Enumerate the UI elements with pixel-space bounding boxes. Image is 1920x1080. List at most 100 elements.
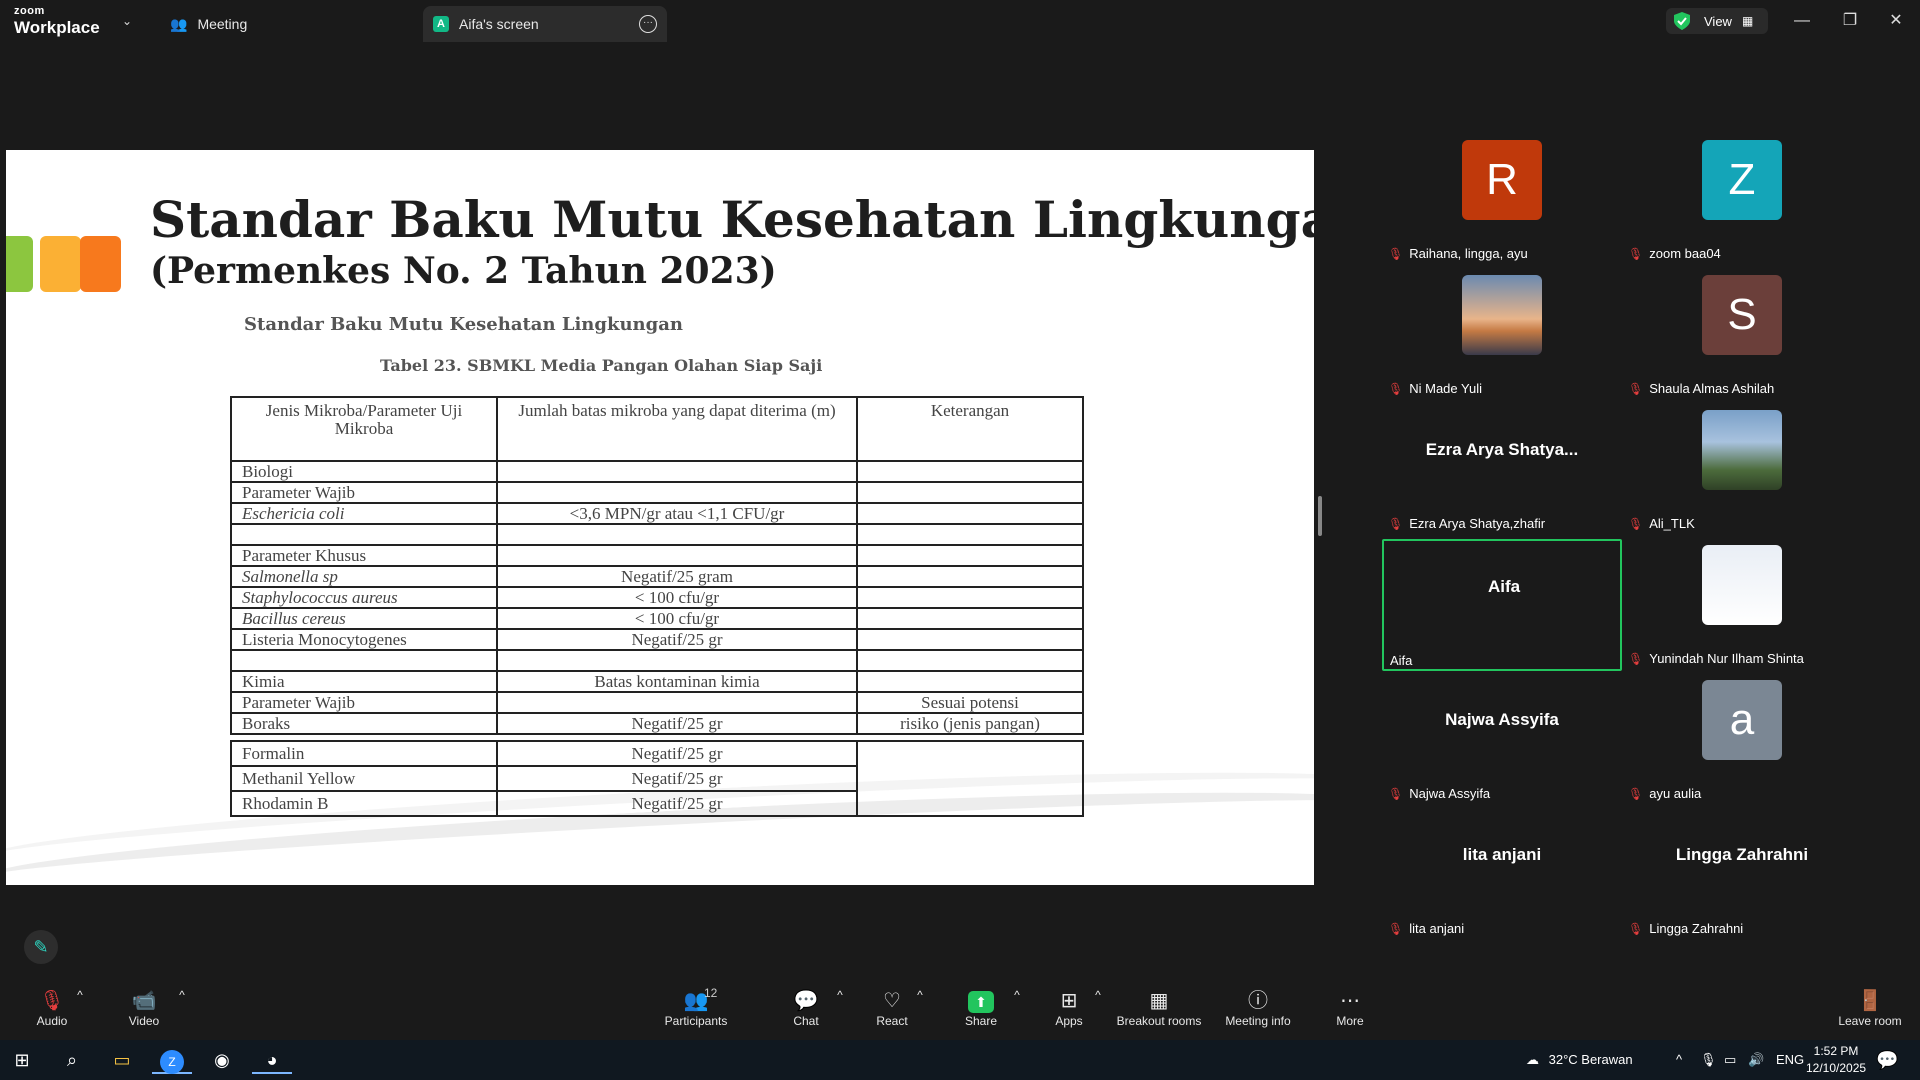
more-icon: ⋯	[1340, 990, 1360, 1012]
participant-tile[interactable]: Ezra Arya Shatya... 🎙 Ezra Arya Shatya,zha…	[1382, 404, 1622, 536]
speaker-icon[interactable]: 🔊	[1748, 1040, 1764, 1080]
search-icon[interactable]: ⌕	[52, 1046, 92, 1074]
participant-tile[interactable]: lita anjani 🎙 lita anjani	[1382, 809, 1622, 941]
participant-name: Najwa Assyifa	[1409, 786, 1491, 801]
table-cell	[856, 502, 1084, 525]
table-cell: <3,6 MPN/gr atau <1,1 CFU/gr	[496, 502, 858, 525]
mic-icon[interactable]: 🎙	[1700, 1040, 1717, 1080]
system-clock[interactable]: 1:52 PM 12/10/2025	[1806, 1043, 1866, 1077]
gallery-grid-icon: ▦	[1741, 14, 1754, 28]
chevron-up-icon[interactable]: ^	[900, 988, 940, 1002]
participant-display-name: Aifa	[1487, 577, 1521, 596]
view-button[interactable]: View ▦	[1666, 8, 1768, 34]
tab-shared-screen[interactable]: A Aifa's screen ···	[423, 6, 667, 42]
table-cell: Negatif/25 gr	[496, 790, 858, 817]
table-row: Parameter Khusus	[230, 544, 1084, 567]
mic-muted-icon: 🎙	[1628, 247, 1644, 261]
minimize-button[interactable]: —	[1782, 8, 1822, 34]
avatar-photo	[1462, 275, 1542, 355]
participant-tile[interactable]: Lingga Zahrahni 🎙 Lingga Zahrahni	[1622, 809, 1862, 941]
table-cell	[856, 628, 1084, 651]
mic-muted-icon: 🎙	[1388, 922, 1404, 936]
mic-muted-icon: 🎙	[1628, 652, 1644, 666]
shared-screen: Standar Baku Mutu Kesehatan Lingkungan (…	[6, 150, 1314, 885]
annotate-pencil-icon[interactable]: ✎	[24, 930, 58, 964]
windows-start-icon[interactable]: ⊞	[2, 1046, 42, 1074]
chrome-icon[interactable]: ◕	[252, 1046, 292, 1074]
table-cell: Bacillus cereus	[230, 607, 498, 630]
participant-tile[interactable]: Aifa Aifa	[1382, 539, 1622, 671]
file-explorer-icon[interactable]: ▭	[102, 1046, 142, 1074]
table-header: Jumlah batas mikroba yang dapat diterima…	[496, 396, 858, 462]
sbmkl-table-continued: Formalin Negatif/25 gr Methanil Yellow Nega…	[230, 740, 1084, 817]
participant-tile[interactable]: 🎙 Yunindah Nur Ilham Shinta	[1622, 539, 1862, 671]
participant-tile[interactable]: Najwa Assyifa 🎙 Najwa Assyifa	[1382, 674, 1622, 806]
participant-tile[interactable]: S 🎙 Shaula Almas Ashilah	[1622, 269, 1862, 401]
close-button[interactable]: ✕	[1876, 8, 1916, 34]
mic-muted-icon: 🎙	[1628, 787, 1644, 801]
participant-name-label: 🎙 Ezra Arya Shatya,zhafir	[1388, 516, 1545, 531]
clock-date: 12/10/2025	[1806, 1061, 1867, 1075]
zoom-workplace-logo[interactable]: zoom Workplace	[14, 6, 100, 37]
table-row: Boraks Negatif/25 gr risiko (jenis pangan)	[230, 712, 1084, 735]
participant-tile[interactable]: a 🎙 ayu aulia	[1622, 674, 1862, 806]
table-header: Jenis Mikroba/Parameter Uji Mikroba	[230, 396, 498, 462]
table-cell	[496, 460, 858, 483]
participant-name: Ni Made Yuli	[1409, 381, 1482, 396]
panel-resize-handle[interactable]	[1318, 496, 1322, 536]
participants-button[interactable]: 👥 12 Participants	[656, 986, 736, 1028]
participant-name-label: 🎙 Ali_TLK	[1628, 516, 1695, 531]
yellow-square-decoration	[40, 236, 81, 292]
table-cell: Negatif/25 gr	[496, 628, 858, 651]
table-cell: Negatif/25 gr	[496, 712, 858, 735]
table-cell: Sesuai potensi	[856, 691, 1084, 714]
camera-app-icon[interactable]: ◉	[202, 1046, 242, 1074]
participant-name: Shaula Almas Ashilah	[1649, 381, 1775, 396]
table-cell: Salmonella sp	[230, 565, 498, 588]
zoom-app-icon[interactable]: Z	[152, 1046, 192, 1074]
chevron-up-icon[interactable]: ^	[60, 988, 100, 1002]
network-icon[interactable]: ▭	[1724, 1040, 1736, 1080]
green-square-decoration	[6, 236, 33, 292]
table-cell: Boraks	[230, 712, 498, 735]
notification-icon[interactable]: 💬	[1876, 1050, 1898, 1071]
table-cell: Negatif/25 gram	[496, 565, 858, 588]
table-cell	[496, 649, 858, 672]
participant-name-label: 🎙 Yunindah Nur Ilham Shinta	[1628, 651, 1804, 666]
more-label: More	[1336, 1014, 1364, 1028]
participants-label: Participants	[664, 1014, 728, 1028]
more-button[interactable]: ⋯ More	[1310, 988, 1390, 1028]
mic-muted-icon: 🎙	[1628, 517, 1644, 531]
table-row: Salmonella sp Negatif/25 gram	[230, 565, 1084, 588]
participant-tile[interactable]: R 🎙 Raihana, lingga, ayu	[1382, 134, 1622, 266]
table-row: Listeria Monocytogenes Negatif/25 gr	[230, 628, 1084, 651]
table-cell	[856, 460, 1084, 483]
table-row: Methanil Yellow Negatif/25 gr	[230, 765, 1084, 792]
table-header: Keterangan	[856, 396, 1084, 462]
tab-meeting[interactable]: 👥 Meeting	[170, 6, 247, 42]
chevron-down-icon[interactable]: ⌄	[122, 14, 132, 28]
meeting-info-button[interactable]: ⓘ Meeting info	[1218, 988, 1298, 1028]
mic-muted-icon: 🎙	[1388, 382, 1404, 396]
table-row: Eschericia coli <3,6 MPN/gr atau <1,1 CFU…	[230, 502, 1084, 525]
more-options-icon[interactable]: ···	[639, 15, 657, 33]
language-indicator[interactable]: ENG	[1776, 1040, 1804, 1080]
table-cell	[496, 691, 858, 714]
shield-check-icon	[1674, 12, 1690, 30]
react-label: React	[876, 1014, 908, 1028]
avatar: a	[1702, 680, 1782, 760]
breakout-rooms-button[interactable]: ▦ Breakout rooms	[1109, 988, 1209, 1028]
table-cell: Kimia	[230, 670, 498, 693]
view-label: View	[1704, 13, 1732, 29]
leave-room-button[interactable]: 🚪 Leave room	[1830, 988, 1910, 1028]
table-cell	[856, 649, 1084, 672]
avatar: Z	[1702, 140, 1782, 220]
chevron-up-icon[interactable]: ^	[1676, 1040, 1682, 1080]
weather-widget[interactable]: ☁ 32°C Berawan	[1526, 1040, 1633, 1080]
participant-tile[interactable]: 🎙 Ni Made Yuli	[1382, 269, 1622, 401]
participant-tile[interactable]: Z 🎙 zoom baa04	[1622, 134, 1862, 266]
participant-display-name: Ezra Arya Shatya...	[1425, 440, 1579, 459]
restore-button[interactable]: ❐	[1830, 8, 1870, 34]
chevron-up-icon[interactable]: ^	[162, 988, 202, 1002]
participant-tile[interactable]: 🎙 Ali_TLK	[1622, 404, 1862, 536]
